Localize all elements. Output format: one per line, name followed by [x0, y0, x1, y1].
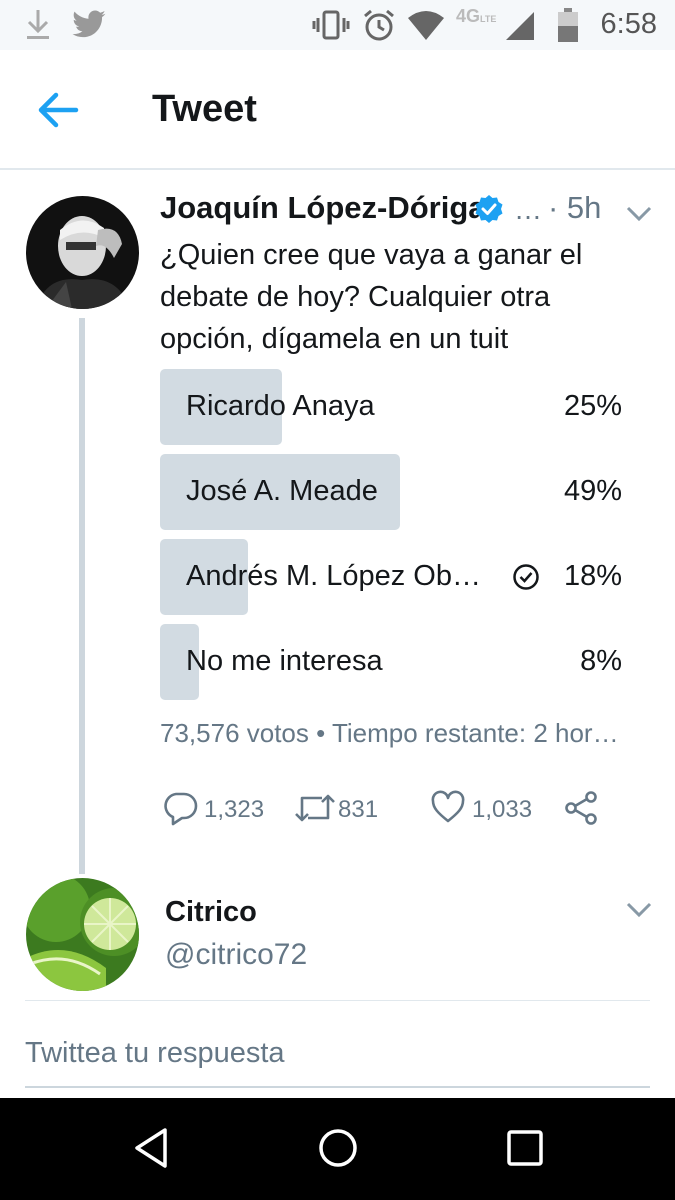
arrow-left-icon: [38, 92, 79, 128]
poll-option-percent: 25%: [563, 390, 622, 422]
check-circle-icon: [513, 564, 539, 590]
retweet-icon: [295, 794, 335, 822]
chevron-down-icon[interactable]: [626, 206, 652, 222]
network-type: 4GLTE: [456, 6, 496, 27]
share-icon: [565, 791, 597, 825]
chevron-down-icon[interactable]: [626, 902, 652, 918]
reply-icon: [164, 792, 198, 826]
divider: [25, 1000, 650, 1001]
poll-option[interactable]: No me interesa 8%: [160, 624, 622, 700]
poll-option-label: José A. Meade: [186, 475, 378, 507]
poll-option-percent: 18%: [563, 560, 622, 592]
network-sublabel: LTE: [480, 14, 497, 24]
vibrate-icon: [312, 10, 350, 40]
twitter-icon: [72, 10, 106, 38]
poll-option[interactable]: José A. Meade 49%: [160, 454, 622, 530]
poll-option[interactable]: Andrés M. López Ob… 18%: [160, 539, 622, 615]
retweet-count: 831: [338, 796, 379, 823]
poll-option-percent: 8%: [580, 645, 622, 677]
wifi-icon: [408, 11, 444, 40]
tweet-text: ¿Quien cree que vaya a ganar el debate d…: [160, 239, 583, 355]
author-photo: [26, 196, 139, 309]
reply-count: 1,323: [204, 796, 265, 823]
recents-square-icon[interactable]: [505, 1126, 545, 1170]
download-icon: [27, 10, 49, 39]
alarm-icon: [364, 9, 394, 41]
app-bar: Tweet: [0, 50, 675, 170]
reply-input[interactable]: [25, 1020, 650, 1088]
signal-icon: [506, 12, 534, 40]
author-name[interactable]: Joaquín López-Dóriga: [160, 190, 486, 226]
poll-option-label: No me interesa: [186, 645, 383, 677]
poll-option-label: Andrés M. López Ob…: [186, 560, 481, 592]
network-label: 4G: [456, 6, 481, 26]
poll-option-label: Ricardo Anaya: [186, 390, 375, 422]
back-button[interactable]: [36, 88, 92, 132]
thread-line: [79, 318, 85, 874]
lime-photo: [26, 878, 139, 991]
share-button[interactable]: [563, 790, 603, 830]
tweet-time: · 5h: [548, 190, 602, 225]
home-circle-icon[interactable]: [316, 1126, 360, 1170]
poll-footer: 73,576 votos • Tiempo restante: 2 hor…: [160, 718, 619, 748]
verified-badge-icon: [475, 195, 503, 223]
clock: 6:58: [600, 8, 657, 40]
poll-option-percent: 49%: [563, 475, 622, 507]
heart-icon: [431, 790, 465, 823]
like-button[interactable]: 1,033: [430, 790, 533, 830]
handle-truncated: …: [514, 194, 542, 225]
page-title: Tweet: [152, 88, 257, 130]
battery-icon: [558, 8, 578, 42]
author-avatar[interactable]: [26, 196, 139, 309]
system-nav-bar: [0, 1098, 675, 1200]
back-triangle-icon[interactable]: [131, 1126, 171, 1170]
reply-user-name[interactable]: Citrico: [165, 896, 257, 929]
status-bar: 4GLTE 6:58: [0, 0, 675, 50]
poll-option[interactable]: Ricardo Anaya 25%: [160, 369, 622, 445]
like-count: 1,033: [472, 796, 533, 823]
retweet-button[interactable]: 831: [294, 790, 384, 830]
reply-user-handle[interactable]: @citrico72: [165, 938, 307, 972]
reply-user-avatar[interactable]: [26, 878, 139, 991]
reply-button[interactable]: 1,323: [162, 790, 265, 830]
